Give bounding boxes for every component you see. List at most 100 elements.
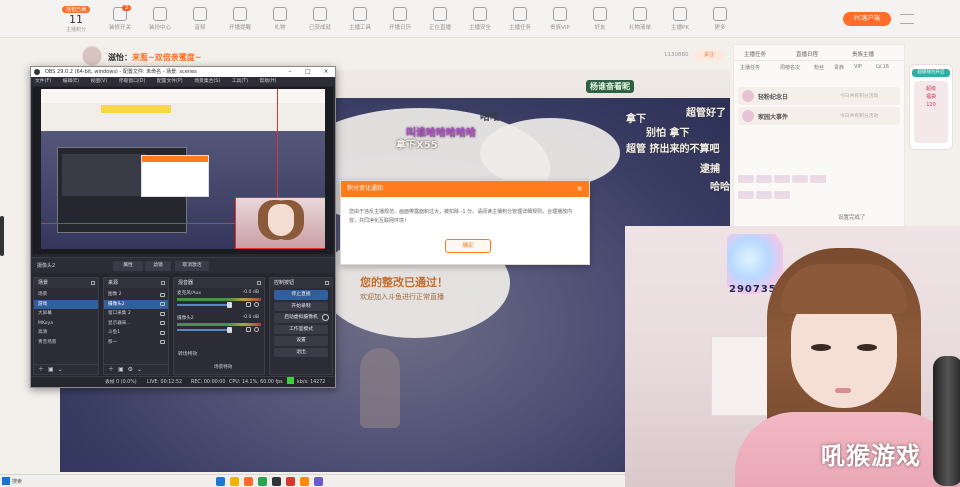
toolbar-item[interactable]: 开播提醒 <box>220 4 260 31</box>
stop-streaming-button[interactable]: 停止直播 <box>274 290 328 300</box>
pc-client-button[interactable]: PC客户端 <box>843 12 891 26</box>
toolbar-item[interactable]: 贵族VIP <box>540 4 580 31</box>
menu-item[interactable]: 配置文件(P) <box>157 79 183 84</box>
undock-icon[interactable] <box>91 281 95 285</box>
undock-icon[interactable] <box>325 281 329 285</box>
tab-noble[interactable]: 贵族主播 <box>852 50 874 58</box>
eye-icon[interactable] <box>160 292 165 297</box>
toolbar-item[interactable]: 礼物 <box>260 4 300 31</box>
toolbar-item[interactable]: 主播任务 <box>500 4 540 31</box>
volume-slider-handle[interactable] <box>227 302 233 308</box>
start-recording-button[interactable]: 开始录制 <box>274 301 328 311</box>
app-icon[interactable] <box>286 477 295 486</box>
virtual-camera-button[interactable]: 启动虚拟摄像机 <box>274 313 329 323</box>
menu-item[interactable]: 视图(V) <box>91 79 108 84</box>
close-icon[interactable]: × <box>576 181 583 197</box>
subtab[interactable]: VIP <box>854 64 862 70</box>
tab-anchor-task[interactable]: 主播任务 <box>744 50 766 58</box>
subtab[interactable]: 贵族 <box>834 64 844 71</box>
source-item[interactable]: 显示器采... <box>104 319 168 329</box>
eye-icon[interactable] <box>160 311 165 316</box>
source-item[interactable]: 窗口采集 2 <box>104 309 168 319</box>
maximize-icon[interactable]: □ <box>299 67 317 77</box>
scene-item[interactable]: 场景 <box>34 290 98 300</box>
settings-button[interactable]: 设置 <box>274 336 328 346</box>
deactivate-button[interactable]: 取消激活 <box>175 261 209 271</box>
tab-schedule[interactable]: 直播日程 <box>796 50 818 58</box>
close-icon[interactable]: × <box>317 67 335 77</box>
gear-icon[interactable] <box>254 302 259 307</box>
side-handle[interactable] <box>0 216 4 256</box>
eye-icon[interactable] <box>160 330 165 335</box>
dock-footer-icons[interactable]: ＋▣⌄ <box>34 364 98 374</box>
menu-item[interactable]: 工具(T) <box>232 79 248 84</box>
source-item[interactable]: 斗鱼1 <box>104 328 168 338</box>
bottom-link[interactable]: 设置完成了 <box>838 213 866 221</box>
obs-icon[interactable] <box>272 477 281 486</box>
windows-start-icon[interactable] <box>2 477 10 485</box>
activity-row[interactable]: 家园大事件 今日共有积分活动 <box>738 107 900 125</box>
app-icon[interactable] <box>244 477 253 486</box>
scene-item[interactable]: 青音场景 <box>34 338 98 348</box>
dock-footer-icons[interactable]: ＋▣⚙⌄ <box>104 364 168 374</box>
toolbar-item[interactable]: 装扮中心 <box>140 4 180 31</box>
confirm-button[interactable]: 确定 <box>445 239 491 253</box>
folder-icon[interactable] <box>230 477 239 486</box>
toolbar-item[interactable]: 装修开关 3 <box>100 4 140 31</box>
undock-icon[interactable] <box>257 281 261 285</box>
undock-icon[interactable] <box>161 281 165 285</box>
menu-item[interactable]: 帮助(H) <box>260 79 277 84</box>
gear-icon[interactable] <box>254 327 259 332</box>
toolbar-item[interactable]: 主播PK <box>660 4 700 31</box>
eye-icon[interactable] <box>160 340 165 344</box>
taskbar-search[interactable]: 搜索 <box>12 478 57 486</box>
studio-mode-button[interactable]: 工作室模式 <box>274 324 328 334</box>
source-item-selected[interactable]: 摄像头2 <box>104 299 168 309</box>
minimize-icon[interactable]: – <box>281 67 299 77</box>
menu-item[interactable]: 编辑(E) <box>63 79 79 84</box>
properties-button[interactable]: 属性 <box>113 261 143 271</box>
app-icon[interactable] <box>216 477 225 486</box>
subtab[interactable]: 主播任务 <box>740 64 760 71</box>
activity-row[interactable]: 轻粉纪念日 今日共有积分活动 <box>738 87 900 105</box>
subtab[interactable]: LV.16 <box>876 64 889 70</box>
menu-icon[interactable] <box>900 14 914 24</box>
source-item[interactable]: 移一 <box>104 338 168 348</box>
follow-button[interactable]: 关注 <box>694 50 724 61</box>
subtab[interactable]: 粉丝 <box>814 64 824 71</box>
app-icon[interactable] <box>314 477 323 486</box>
avatar[interactable] <box>82 46 102 66</box>
scene-item[interactable]: 大屏幕 <box>34 309 98 319</box>
transition-tab[interactable]: 转场特效 <box>178 350 208 361</box>
menu-item[interactable]: 场景集合(S) <box>194 79 220 84</box>
app-icon[interactable] <box>300 477 309 486</box>
toolbar-item[interactable]: 开播日历 <box>380 4 420 31</box>
menu-item[interactable]: 文件(F) <box>35 79 51 84</box>
toolbar-item[interactable]: 已获成就 <box>300 4 340 31</box>
eye-icon[interactable] <box>160 302 165 306</box>
scene-item[interactable]: MKoya <box>34 319 98 329</box>
subtab[interactable]: 周榜名次 <box>780 64 800 71</box>
menu-item[interactable]: 停靠窗口(D) <box>119 79 146 84</box>
scene-item-selected[interactable]: 游戏 <box>34 299 98 309</box>
toolbar-item[interactable]: 主播安全 <box>460 4 500 31</box>
toolbar-item[interactable]: 主播工具 <box>340 4 380 31</box>
lucky-bag-card[interactable]: 超级 福袋 120 <box>914 81 948 143</box>
volume-slider-handle[interactable] <box>227 327 233 333</box>
volume-slider[interactable] <box>177 329 231 331</box>
super-wallet-widget[interactable]: 超级钱包开启 超级 福袋 120 <box>909 64 953 150</box>
source-item[interactable]: 图像 2 <box>104 290 168 300</box>
speaker-icon[interactable] <box>246 327 251 332</box>
anchor-level[interactable]: 钱包已满 11 主播积分 <box>58 4 94 33</box>
scene-item[interactable]: 高清 <box>34 328 98 338</box>
eye-icon[interactable] <box>160 321 165 325</box>
volume-slider[interactable] <box>177 304 231 306</box>
toolbar-item[interactable]: 更多 <box>700 4 740 31</box>
obs-titlebar[interactable]: OBS 29.0.2 (64-bit, windows) - 配置文件: 未命名… <box>31 67 335 77</box>
toolbar-item[interactable]: 音频 <box>180 4 220 31</box>
app-icon[interactable] <box>258 477 267 486</box>
toolbar-item[interactable]: 好友 <box>580 4 620 31</box>
filters-button[interactable]: 滤镜 <box>145 261 171 271</box>
speaker-icon[interactable] <box>246 302 251 307</box>
toolbar-item[interactable]: 礼物清单 <box>620 4 660 31</box>
